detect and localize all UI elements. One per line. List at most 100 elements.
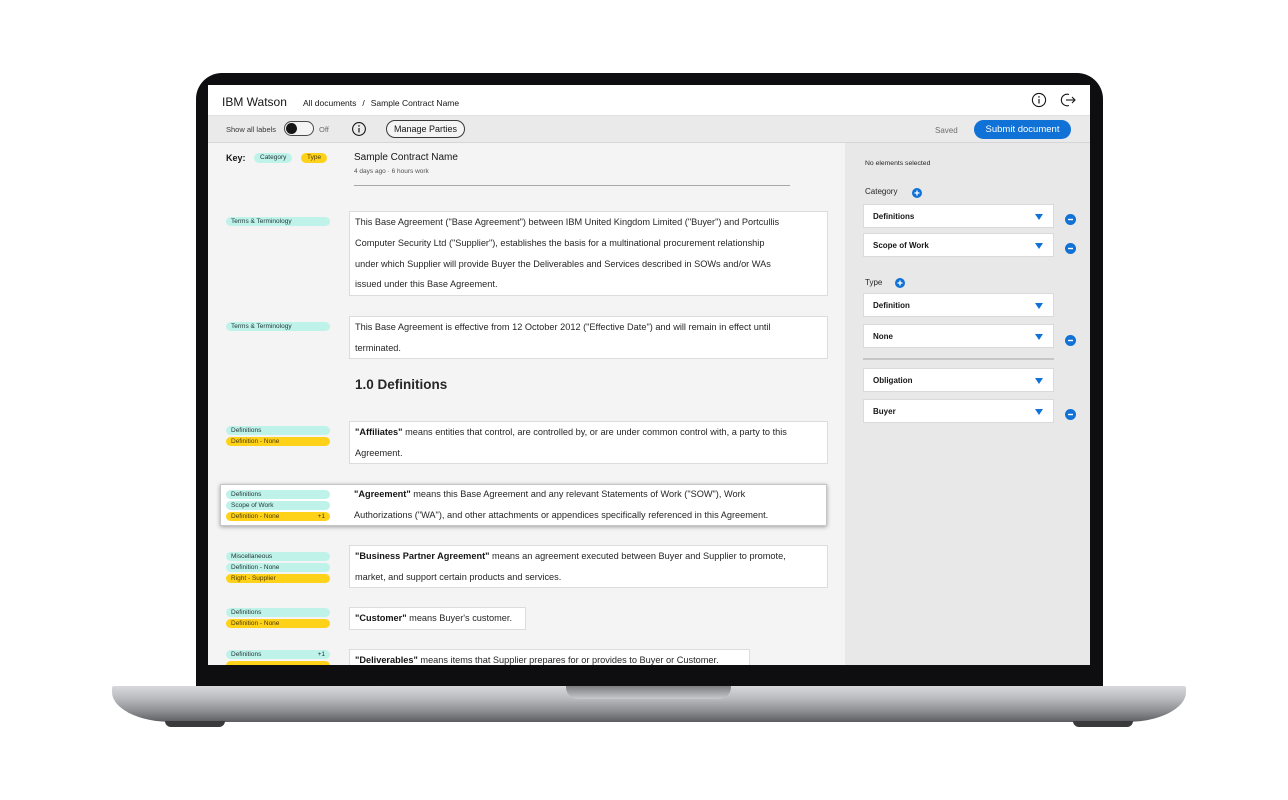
type-tag[interactable]: Definition - None: [226, 437, 330, 446]
toggle-state-label: Off: [319, 125, 329, 134]
info-icon[interactable]: [351, 121, 367, 137]
more-tags-count: +1: [317, 513, 325, 520]
defined-term: "Deliverables": [355, 655, 418, 665]
laptop-foot-left: [165, 721, 225, 727]
category-tag[interactable]: Miscellaneous: [226, 552, 330, 561]
document-title: Sample Contract Name: [354, 152, 458, 163]
app-screen: IBM Watson All documents / Sample Contra…: [208, 85, 1090, 665]
type-tag-label: Definition - None: [231, 513, 280, 520]
clause-line: market, and support certain products and…: [355, 571, 562, 582]
remove-icon[interactable]: [1065, 243, 1076, 254]
section-heading: 1.0 Definitions: [355, 377, 448, 392]
remove-icon[interactable]: [1065, 335, 1076, 346]
clause-line: Agreement.: [355, 447, 403, 458]
clause-line: "Business Partner Agreement" means an ag…: [355, 546, 822, 567]
clause-text: means this Base Agreement and any releva…: [410, 489, 746, 499]
category-tag-label: Definitions: [231, 651, 262, 658]
clause-line: "Agreement" means this Base Agreement an…: [354, 484, 823, 505]
clause-line: Computer Security Ltd ("Supplier"), esta…: [355, 237, 765, 248]
key-category-tag: Category: [254, 153, 293, 163]
type-dropdown[interactable]: Definition: [863, 293, 1054, 317]
extra-dropdown[interactable]: Obligation: [863, 368, 1054, 392]
clause-line: Authorizations ("WA"), and other attachm…: [354, 509, 769, 520]
category-tag[interactable]: Definitions +1: [226, 650, 330, 659]
key-type-tag: Type: [301, 153, 328, 163]
dropdown-value: None: [873, 332, 893, 341]
dropdown-value: Scope of Work: [873, 241, 929, 250]
defined-term: "Customer": [355, 613, 407, 623]
category-tag[interactable]: Terms & Terminology: [226, 217, 330, 226]
logout-icon[interactable]: [1060, 92, 1076, 108]
clause-line: under which Supplier will provide Buyer …: [355, 258, 771, 269]
add-category-icon[interactable]: [912, 188, 922, 198]
breadcrumb-separator: /: [362, 98, 365, 108]
document-meta: 4 days ago · 6 hours work: [354, 168, 429, 175]
laptop-groove: [566, 686, 731, 699]
remove-icon[interactable]: [1065, 214, 1076, 225]
chevron-down-icon: [1035, 243, 1043, 249]
category-tag[interactable]: Scope of Work: [226, 501, 330, 510]
category-dropdown[interactable]: Definitions: [863, 204, 1054, 228]
category-tag[interactable]: Terms & Terminology: [226, 322, 330, 331]
info-icon[interactable]: [1031, 92, 1047, 108]
panel-divider: [863, 358, 1054, 360]
clause-line: "Deliverables" means items that Supplier…: [355, 650, 744, 665]
clause-paragraph[interactable]: "Business Partner Agreement" means an ag…: [349, 545, 828, 588]
clause-text: means an agreement executed between Buye…: [489, 551, 786, 561]
category-tag[interactable]: Definition - None: [226, 563, 330, 572]
manage-parties-button[interactable]: Manage Parties: [386, 120, 466, 138]
chevron-down-icon: [1035, 303, 1043, 309]
chevron-down-icon: [1035, 214, 1043, 220]
show-labels-toggle[interactable]: [284, 121, 314, 136]
clause-paragraph[interactable]: This Base Agreement ("Base Agreement") b…: [349, 211, 828, 296]
laptop-chin: [208, 665, 1090, 687]
breadcrumb-all-documents[interactable]: All documents: [303, 98, 356, 108]
dropdown-value: Buyer: [873, 407, 896, 416]
clause-paragraph[interactable]: "Customer" means Buyer's customer.: [349, 607, 526, 630]
defined-term: "Agreement": [354, 489, 411, 499]
toggle-knob: [286, 123, 297, 134]
breadcrumb-current: Sample Contract Name: [370, 98, 460, 108]
category-tag[interactable]: Definitions: [226, 426, 330, 435]
type-section-label: Type: [865, 278, 883, 287]
remove-icon[interactable]: [1065, 409, 1076, 420]
type-tag[interactable]: Right - Supplier: [226, 574, 330, 583]
dropdown-value: Obligation: [873, 376, 913, 385]
toolbar: Show all labels Off Manage Parties Saved…: [208, 116, 1090, 143]
clause-text: means Buyer's customer.: [406, 613, 513, 623]
type-tag[interactable]: Definition - None +1: [226, 512, 330, 521]
chevron-down-icon: [1035, 409, 1043, 415]
defined-term: "Affiliates": [355, 427, 403, 437]
submit-document-button[interactable]: Submit document: [974, 120, 1071, 139]
clause-text: means items that Supplier prepares for o…: [417, 655, 719, 665]
type-tag[interactable]: [226, 661, 330, 665]
add-type-icon[interactable]: [895, 278, 905, 288]
clause-paragraph[interactable]: "Deliverables" means items that Supplier…: [349, 649, 750, 665]
category-dropdown[interactable]: Scope of Work: [863, 233, 1054, 257]
app-header: IBM Watson All documents / Sample Contra…: [208, 85, 1090, 116]
clause-paragraph[interactable]: "Agreement" means this Base Agreement an…: [349, 484, 828, 526]
clause-paragraph[interactable]: This Base Agreement is effective from 12…: [349, 316, 828, 359]
extra-dropdown[interactable]: Buyer: [863, 399, 1054, 423]
defined-term: "Business Partner Agreement": [355, 551, 490, 561]
clause-line: "Affiliates" means entities that control…: [355, 422, 822, 443]
category-tag[interactable]: Definitions: [226, 608, 330, 617]
clause-line: issued under this Base Agreement.: [355, 279, 498, 290]
title-divider: [354, 185, 790, 186]
chevron-down-icon: [1035, 378, 1043, 384]
laptop-foot-right: [1073, 721, 1133, 727]
clause-line: This Base Agreement ("Base Agreement") b…: [355, 217, 780, 227]
clause-line: "Customer" means Buyer's customer.: [355, 608, 520, 629]
category-tag[interactable]: Definitions: [226, 490, 330, 499]
clause-paragraph[interactable]: "Affiliates" means entities that control…: [349, 421, 828, 464]
category-section-label: Category: [865, 187, 898, 196]
dropdown-value: Definition: [873, 301, 910, 310]
clause-text: means entities that control, are control…: [402, 427, 787, 437]
type-dropdown[interactable]: None: [863, 324, 1054, 348]
document-pane: Key: Category Type Sample Contract Name …: [208, 143, 845, 665]
no-selection-text: No elements selected: [865, 160, 931, 167]
show-all-labels-label: Show all labels: [226, 125, 277, 134]
save-status: Saved: [935, 126, 958, 135]
type-tag[interactable]: Definition - None: [226, 619, 330, 628]
more-tags-count: +1: [317, 651, 325, 658]
